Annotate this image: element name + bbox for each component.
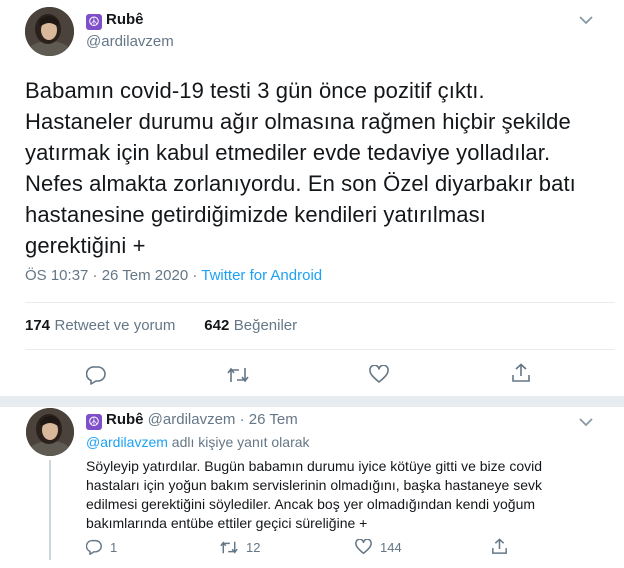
reply-author-name[interactable]: Rubê — [106, 411, 144, 428]
reply-author-avatar[interactable] — [26, 408, 74, 456]
reply-like-button[interactable]: 144 — [355, 539, 402, 555]
author-name[interactable]: Rubê — [106, 11, 144, 28]
retweet-icon[interactable] — [227, 366, 249, 389]
reply-text: Söyleyip yatırdılar. Bugün babamın durum… — [86, 457, 616, 533]
tweet-timestamp[interactable]: ÖS 10:37 · 26 Tem 2020 · — [25, 267, 201, 284]
reply-text-line: hastaları için yoğun bakım servislerinin… — [86, 477, 543, 493]
reply-date[interactable]: · 26 Tem — [240, 411, 298, 428]
tweet-text-line: yatırmak için kabul etmediler evde tedav… — [25, 140, 551, 165]
share-icon — [492, 538, 507, 554]
tweet-text-line: Babamın covid-19 testi 3 gün önce poziti… — [25, 78, 485, 103]
thread-line — [49, 460, 51, 560]
chevron-down-icon[interactable] — [579, 12, 593, 30]
tweet-text-line: Hastaneler durumu ağır olmasına rağmen h… — [25, 109, 571, 134]
reply-to-context: @ardilavzem adlı kişiye yanıt olarak — [86, 434, 310, 450]
reply-text-line: edilmesi gerektiğini söylediler. Ancak b… — [86, 496, 536, 512]
retweets-label: Retweet ve yorum — [54, 317, 176, 334]
tweet-meta: ÖS 10:37 · 26 Tem 2020 · Twitter for And… — [25, 267, 322, 284]
reply-header: ☮ Rubê @ardilavzem · 26 Tem — [86, 411, 298, 430]
heart-icon[interactable] — [369, 364, 389, 389]
likes-count: 642 — [204, 317, 230, 334]
peace-icon: ☮ — [86, 414, 102, 430]
reply-author-handle[interactable]: @ardilavzem — [148, 411, 236, 428]
reply-text-line: bakımlarında entübe ettiler geçici sürel… — [86, 515, 368, 531]
tweet-source-link[interactable]: Twitter for Android — [201, 267, 322, 284]
tweet-text: Babamın covid-19 testi 3 gün önce poziti… — [25, 75, 615, 261]
reply-retweet-button[interactable]: 12 — [220, 540, 260, 555]
tweet-stats: 174 Retweet ve yorum 642 Beğeniler — [25, 317, 297, 335]
reply-like-count: 144 — [380, 539, 402, 555]
avatar-image — [25, 7, 74, 56]
retweets-count: 174 — [25, 317, 51, 334]
reply-reply-count: 1 — [110, 539, 118, 555]
likes-stat[interactable]: 642 Beğeniler — [204, 317, 297, 334]
tweet-text-line: gerektiğini + — [25, 233, 146, 258]
divider — [25, 302, 615, 303]
retweet-icon — [220, 541, 238, 554]
chevron-down-icon[interactable] — [579, 414, 593, 432]
reply-to-handle-link[interactable]: @ardilavzem — [86, 434, 168, 450]
reply-icon[interactable] — [85, 365, 106, 390]
reply-retweet-count: 12 — [246, 540, 261, 555]
author-handle[interactable]: @ardilavzem — [86, 33, 174, 50]
author-name-row: ☮ Rubê — [86, 11, 144, 30]
reply-text-line: Söyleyip yatırdılar. Bugün babamın durum… — [86, 458, 543, 474]
retweets-stat[interactable]: 174 Retweet ve yorum — [25, 317, 175, 334]
heart-icon — [355, 539, 372, 555]
author-avatar[interactable] — [25, 7, 74, 56]
tweet-text-line: Nefes almakta zorlanıyordu. En son Özel … — [25, 171, 576, 196]
likes-label: Beğeniler — [233, 317, 298, 334]
reply-to-label: adlı kişiye yanıt olarak — [167, 434, 310, 450]
reply-reply-button[interactable]: 1 — [86, 539, 117, 555]
peace-icon: ☮ — [86, 14, 102, 30]
reply-share-button[interactable] — [492, 538, 515, 555]
thread-separator — [0, 396, 624, 407]
divider — [25, 349, 615, 350]
tweet-text-line: hastanesine getirdiğimizde kendileri yat… — [25, 202, 486, 227]
avatar-image — [26, 408, 74, 456]
share-icon[interactable] — [512, 363, 530, 388]
reply-icon — [86, 539, 102, 555]
